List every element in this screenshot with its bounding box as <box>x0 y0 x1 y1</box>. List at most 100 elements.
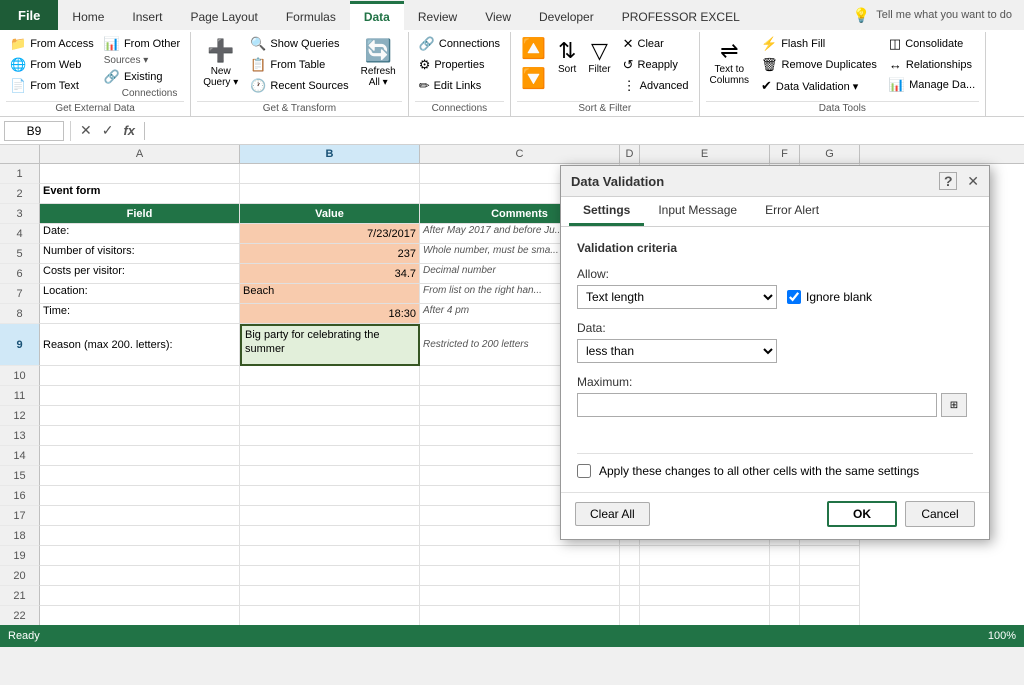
tab-view[interactable]: View <box>471 1 525 30</box>
existing-connections-btn[interactable]: 🔗Existing <box>100 67 184 87</box>
insert-function-icon[interactable]: fx <box>120 123 138 138</box>
from-web-btn[interactable]: 🌐From Web <box>6 55 98 75</box>
cell-b17[interactable] <box>240 506 420 526</box>
cell-b9[interactable]: Big party for celebrating the summer <box>240 324 420 366</box>
cell-a6[interactable]: Costs per visitor: <box>40 264 240 284</box>
cell-b7[interactable]: Beach <box>240 284 420 304</box>
cell-e20[interactable] <box>640 566 770 586</box>
clear-all-button[interactable]: Clear All <box>575 502 650 526</box>
cell-b5[interactable]: 237 <box>240 244 420 264</box>
cell-b22[interactable] <box>240 606 420 625</box>
apply-changes-checkbox[interactable] <box>577 464 591 478</box>
filter-btn[interactable]: Filter <box>588 64 610 75</box>
cell-d20[interactable] <box>620 566 640 586</box>
consolidate-btn[interactable]: ◫Consolidate <box>885 34 979 54</box>
tab-formulas[interactable]: Formulas <box>272 1 350 30</box>
cell-c22[interactable] <box>420 606 620 625</box>
confirm-formula-icon[interactable]: ✓ <box>99 122 117 139</box>
cell-b20[interactable] <box>240 566 420 586</box>
cell-a10[interactable] <box>40 366 240 386</box>
cell-c19[interactable] <box>420 546 620 566</box>
cell-g21[interactable] <box>800 586 860 606</box>
refresh-all-btn[interactable]: RefreshAll ▾ <box>361 66 396 88</box>
tab-professor-excel[interactable]: PROFESSOR EXCEL <box>608 1 754 30</box>
cell-a18[interactable] <box>40 526 240 546</box>
cell-g19[interactable] <box>800 546 860 566</box>
cell-e21[interactable] <box>640 586 770 606</box>
cell-a17[interactable] <box>40 506 240 526</box>
from-table-btn[interactable]: 📋From Table <box>246 55 352 75</box>
dialog-tab-input-message[interactable]: Input Message <box>644 197 751 226</box>
sort-az-btn[interactable]: 🔼 <box>517 34 550 63</box>
remove-duplicates-btn[interactable]: 🗑Remove Duplicates <box>757 55 881 75</box>
allow-select[interactable]: Text length <box>577 285 777 309</box>
cell-b15[interactable] <box>240 466 420 486</box>
tab-page-layout[interactable]: Page Layout <box>176 1 271 30</box>
cell-f22[interactable] <box>770 606 800 625</box>
cell-b19[interactable] <box>240 546 420 566</box>
cell-b16[interactable] <box>240 486 420 506</box>
maximum-input[interactable]: 200 <box>577 393 937 417</box>
reapply-btn[interactable]: ↺Reapply <box>619 55 693 75</box>
cell-a20[interactable] <box>40 566 240 586</box>
tell-me-input[interactable]: Tell me what you want to do <box>876 9 1012 21</box>
advanced-btn[interactable]: ⋮Advanced <box>619 76 693 96</box>
cell-a1[interactable] <box>40 164 240 184</box>
tab-home[interactable]: Home <box>58 1 118 30</box>
cell-g20[interactable] <box>800 566 860 586</box>
from-text-btn[interactable]: 📄From Text <box>6 76 98 96</box>
cell-b4[interactable]: 7/23/2017 <box>240 224 420 244</box>
tab-data[interactable]: Data <box>350 1 404 30</box>
data-validation-btn[interactable]: ✔Data Validation ▾ <box>757 76 881 96</box>
cell-a15[interactable] <box>40 466 240 486</box>
edit-links-btn[interactable]: ✏Edit Links <box>415 76 504 96</box>
data-select[interactable]: less than <box>577 339 777 363</box>
cell-a11[interactable] <box>40 386 240 406</box>
tab-developer[interactable]: Developer <box>525 1 608 30</box>
cell-b14[interactable] <box>240 446 420 466</box>
tab-insert[interactable]: Insert <box>118 1 176 30</box>
cell-b2[interactable] <box>240 184 420 204</box>
formula-input[interactable]: Big party for celebrating the summer <box>151 122 1020 140</box>
cell-b8[interactable]: 18:30 <box>240 304 420 324</box>
cell-c20[interactable] <box>420 566 620 586</box>
cell-b12[interactable] <box>240 406 420 426</box>
cell-b1[interactable] <box>240 164 420 184</box>
cancel-formula-icon[interactable]: ✕ <box>77 122 95 139</box>
cell-b13[interactable] <box>240 426 420 446</box>
dialog-tab-settings[interactable]: Settings <box>569 197 644 226</box>
connections-btn[interactable]: 🔗Connections <box>415 34 504 54</box>
cell-a2[interactable]: Event form <box>40 184 240 204</box>
properties-btn[interactable]: ⚙Properties <box>415 55 504 75</box>
cell-d21[interactable] <box>620 586 640 606</box>
cell-a19[interactable] <box>40 546 240 566</box>
clear-filter-btn[interactable]: ✕Clear <box>619 34 693 54</box>
cell-b11[interactable] <box>240 386 420 406</box>
new-query-btn[interactable]: ➕ NewQuery ▾ <box>197 34 244 92</box>
sort-btn[interactable]: Sort <box>558 64 576 75</box>
cell-a5[interactable]: Number of visitors: <box>40 244 240 264</box>
cell-f19[interactable] <box>770 546 800 566</box>
cell-c21[interactable] <box>420 586 620 606</box>
from-other-sources-btn[interactable]: 📊From Other <box>100 34 184 54</box>
cell-b18[interactable] <box>240 526 420 546</box>
from-access-btn[interactable]: 📁From Access <box>6 34 98 54</box>
cell-b6[interactable]: 34.7 <box>240 264 420 284</box>
cell-ref-box[interactable] <box>4 121 64 141</box>
cell-d19[interactable] <box>620 546 640 566</box>
cell-d22[interactable] <box>620 606 640 625</box>
cell-a13[interactable] <box>40 426 240 446</box>
cell-b10[interactable] <box>240 366 420 386</box>
cell-e19[interactable] <box>640 546 770 566</box>
ignore-blank-checkbox[interactable] <box>787 290 801 304</box>
recent-sources-btn[interactable]: 🕐Recent Sources <box>246 76 352 96</box>
cell-a16[interactable] <box>40 486 240 506</box>
dialog-help-btn[interactable]: ? <box>939 172 957 190</box>
cancel-button[interactable]: Cancel <box>905 501 975 527</box>
relationships-btn[interactable]: ↔Relationships <box>885 55 979 74</box>
maximum-ref-btn[interactable]: ⊞ <box>941 393 967 417</box>
cell-a22[interactable] <box>40 606 240 625</box>
text-to-columns-btn[interactable]: Text toColumns <box>710 64 749 86</box>
file-tab[interactable]: File <box>0 0 58 30</box>
cell-f20[interactable] <box>770 566 800 586</box>
